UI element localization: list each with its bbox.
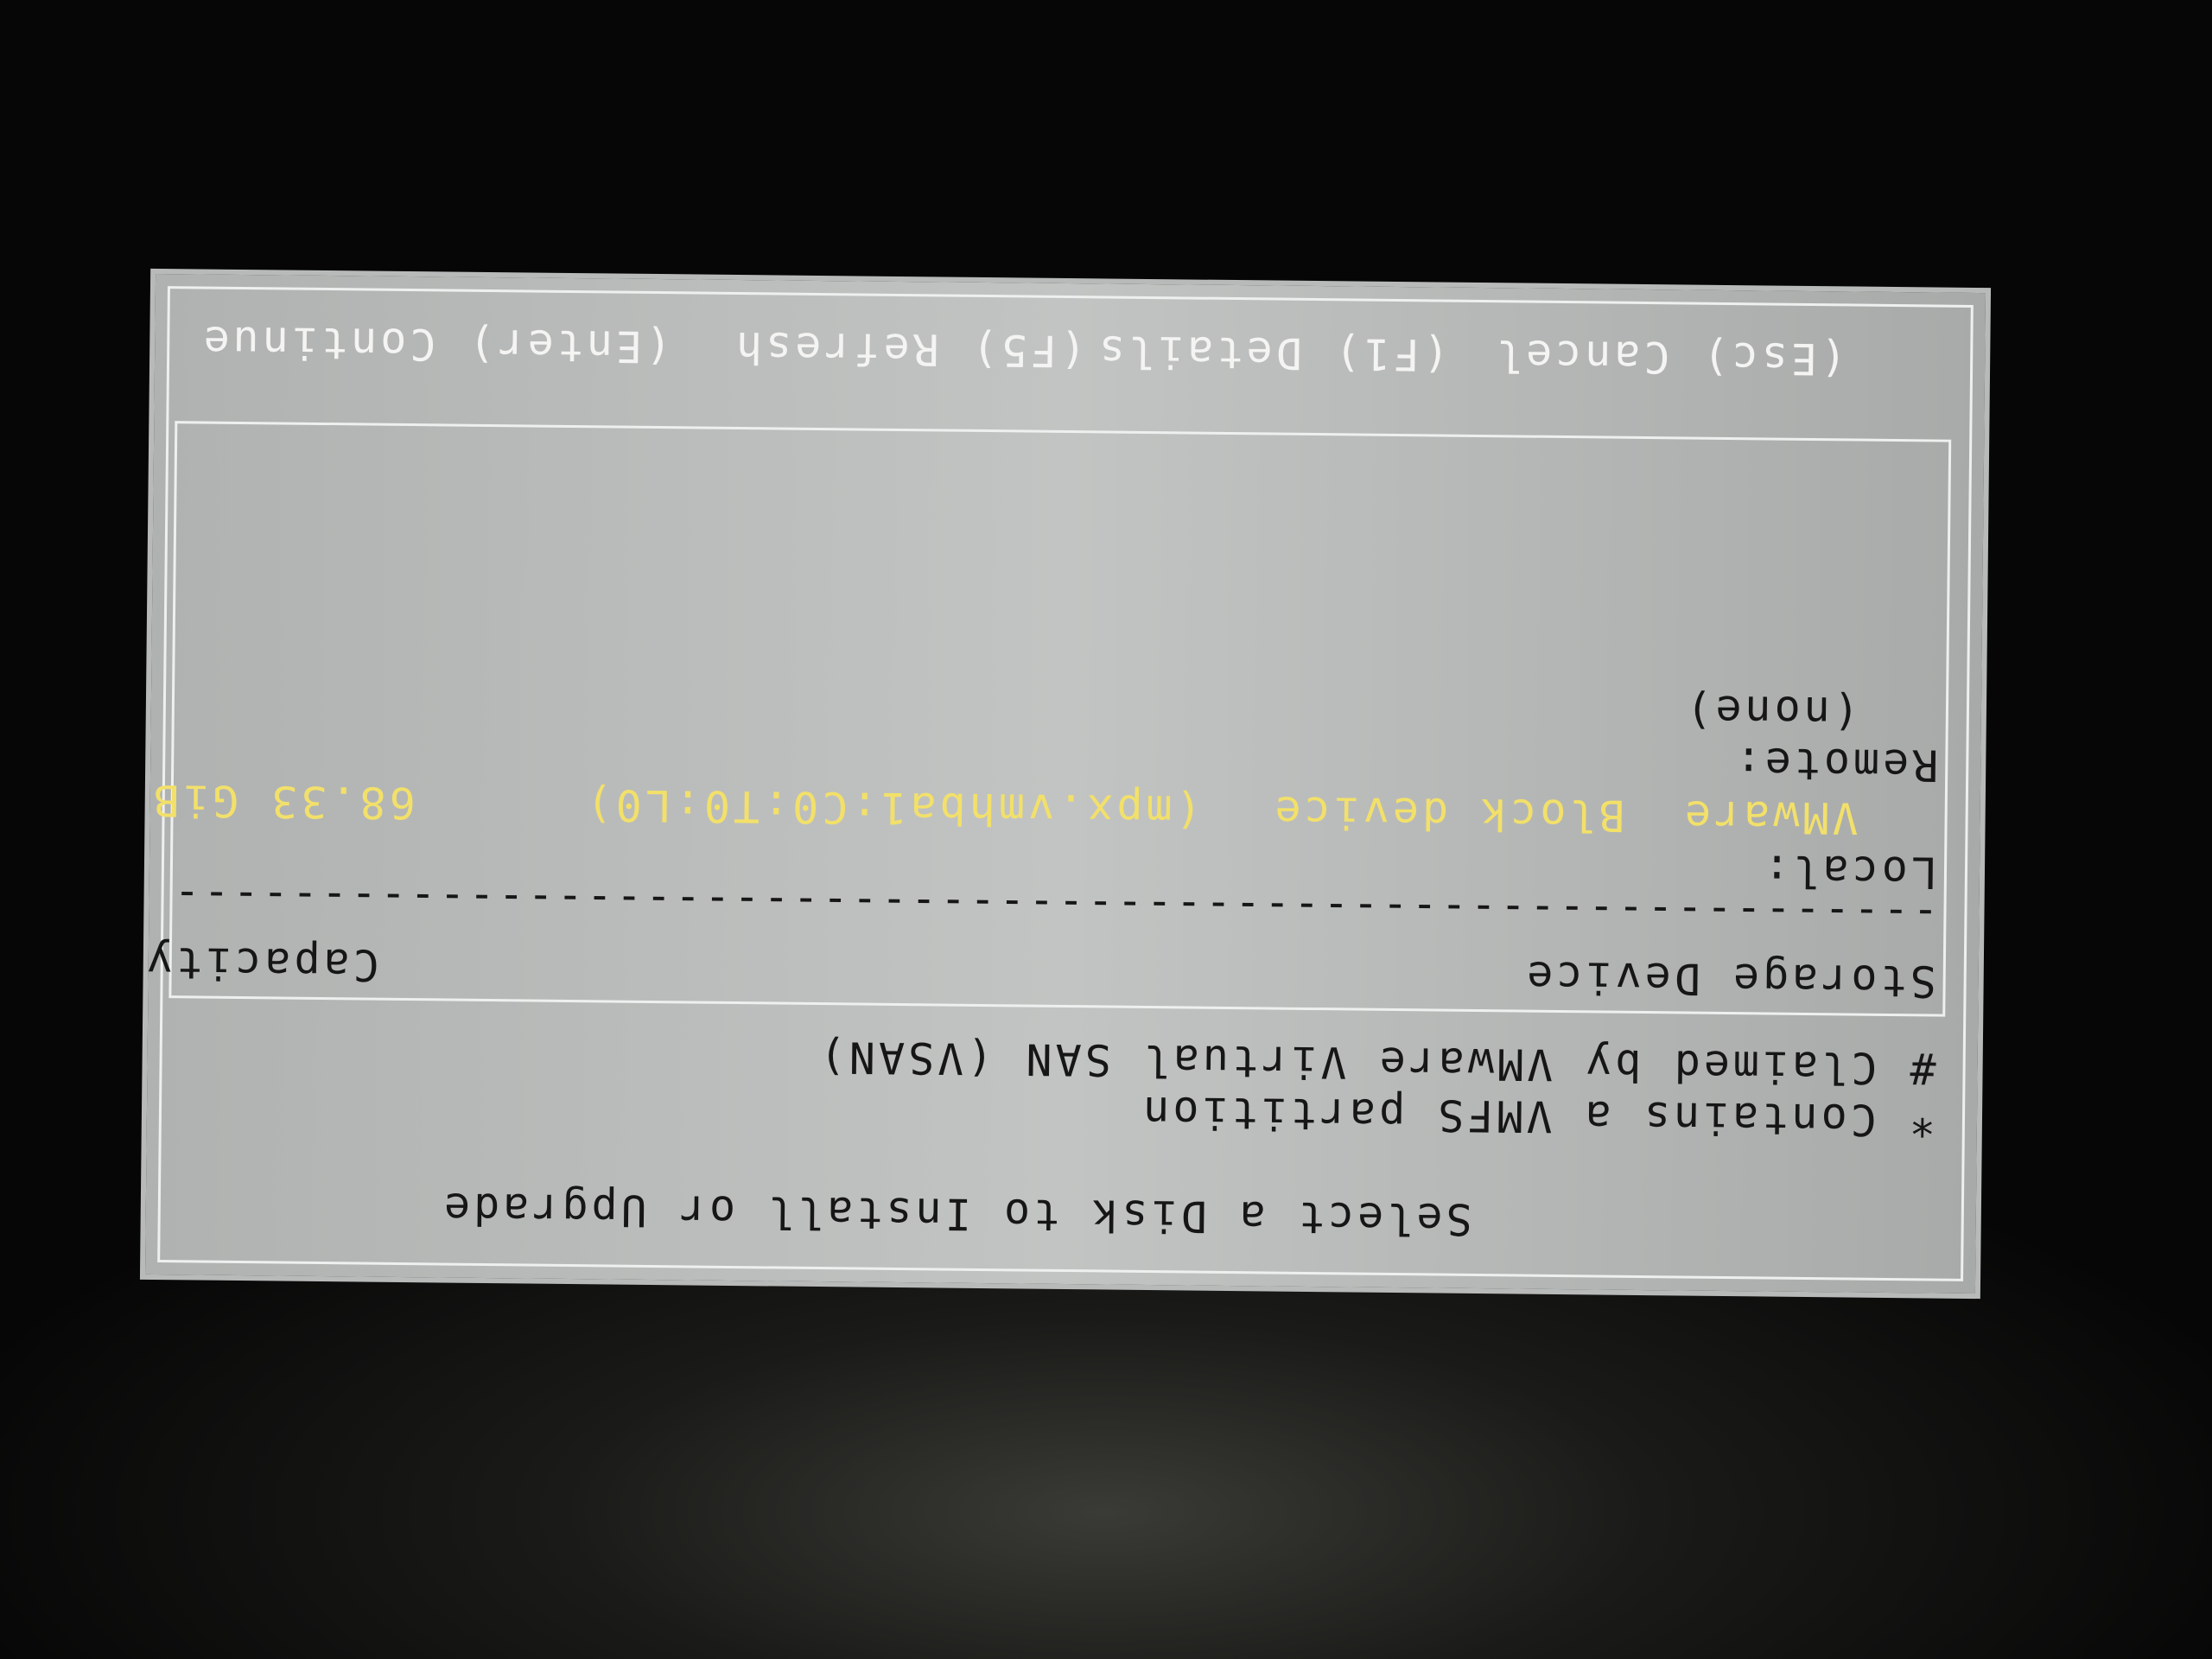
disk-capacity: 68.33 GiB <box>149 774 416 829</box>
disk-row-selected[interactable]: VMware Block device (mpx.vmhba1:C0:T0:L0… <box>150 774 1945 844</box>
column-header-capacity: Capacity <box>143 937 380 990</box>
disk-path: (mpx.vmhba1:C0:T0:L0) <box>582 779 1202 836</box>
details-key-hint[interactable]: (F1) Details <box>1096 325 1450 380</box>
continue-key-hint[interactable]: (Enter) Continue <box>200 315 671 372</box>
remote-none-text: (none) <box>1681 685 1860 738</box>
legend-vmfs: * Contains a VMFS partition <box>1139 1086 1936 1146</box>
cancel-key-hint[interactable]: (Esc) Cancel <box>1493 329 1847 385</box>
disk-model: Block device <box>1271 786 1625 841</box>
disk-list[interactable]: Storage Device Capacity ----------------… <box>143 421 1952 1017</box>
key-hints-bar: (Esc) Cancel (F1) Details (F5) Refresh (… <box>144 289 1986 404</box>
dialog-title: Select a Disk to Install or Upgrade <box>440 1183 1472 1244</box>
disk-vendor: VMware <box>1681 791 1859 843</box>
column-header-storage-device: Storage Device <box>1522 951 1936 1007</box>
monitor-screen: Select a Disk to Install or Upgrade * Co… <box>0 0 2212 1659</box>
section-remote-label: Remote: <box>1732 738 1939 791</box>
section-local-label: Local: <box>1760 845 1938 898</box>
header-divider: ----------------------------------------… <box>175 883 1939 928</box>
install-disk-dialog: Select a Disk to Install or Upgrade * Co… <box>139 268 1992 1300</box>
dialog-panel: Select a Disk to Install or Upgrade * Co… <box>139 268 1992 1300</box>
refresh-key-hint[interactable]: (F5) Refresh <box>733 321 1087 377</box>
